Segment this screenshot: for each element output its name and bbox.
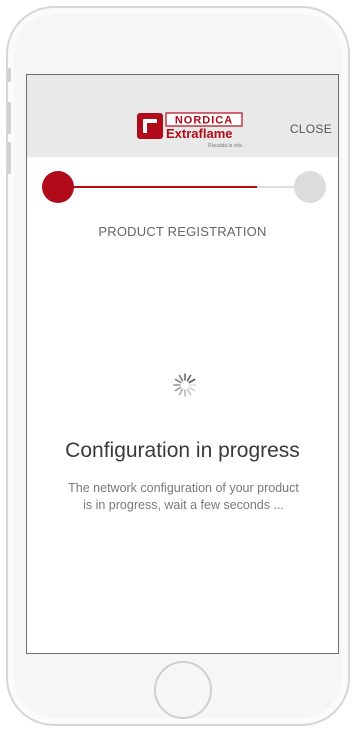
brand-main-text: Extraflame: [166, 126, 232, 141]
spinner-spoke: [174, 386, 182, 392]
spinner-spoke: [186, 374, 192, 382]
status-message: The network configuration of your produc…: [39, 480, 328, 514]
brand-logo: NORDICA Extraflame Riscalda la vita.: [137, 112, 243, 149]
spinner-spoke: [174, 378, 182, 384]
phone-volume-down-button: [7, 142, 11, 174]
app-screen: NORDICA Extraflame Riscalda la vita. CLO…: [26, 74, 339, 654]
step-2-indicator: [294, 171, 326, 203]
spinner-spoke: [178, 374, 184, 382]
status-title: Configuration in progress: [65, 439, 300, 462]
step-title: PRODUCT REGISTRATION: [98, 224, 267, 239]
home-button[interactable]: [154, 661, 212, 719]
stepper-track: [57, 186, 307, 188]
status-message-line-1: The network configuration of your produc…: [68, 481, 299, 495]
spinner-spoke: [188, 378, 196, 384]
phone-volume-up-button: [7, 102, 11, 134]
status-message-line-2: is in progress, wait a few seconds ...: [83, 498, 284, 512]
spinner-spoke: [188, 386, 196, 392]
app-header: NORDICA Extraflame Riscalda la vita. CLO…: [27, 75, 338, 157]
spinner-spoke: [178, 388, 184, 396]
step-1-indicator: [42, 171, 74, 203]
progress-stepper: [27, 157, 338, 217]
close-button[interactable]: CLOSE: [290, 122, 332, 136]
brand-tagline-text: Riscalda la vita.: [208, 143, 243, 149]
spinner-spoke: [186, 388, 192, 396]
brand-top-text: NORDICA: [175, 115, 233, 127]
stepper-track-fill: [57, 186, 257, 188]
phone-side-button: [7, 68, 11, 82]
loading-spinner-icon: [173, 373, 197, 397]
